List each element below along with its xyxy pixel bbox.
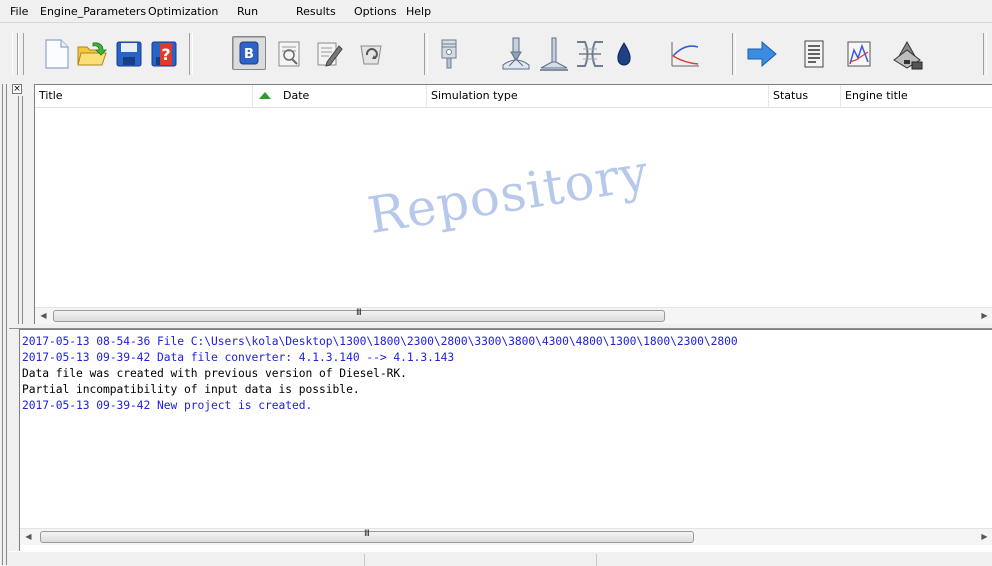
left-frame bbox=[0, 84, 9, 565]
edit-icon bbox=[317, 42, 343, 67]
repository-hscrollbar[interactable]: ◀ III ▶ bbox=[35, 307, 992, 324]
preview-button[interactable] bbox=[273, 37, 307, 71]
toolbar-separator bbox=[732, 33, 736, 75]
injector-button[interactable] bbox=[499, 37, 533, 71]
column-date[interactable]: Date bbox=[253, 85, 427, 107]
repository-button[interactable]: B bbox=[232, 36, 266, 70]
repository-grid: Title Date Simulation type Status Engine… bbox=[34, 84, 992, 324]
log-line: 2017-05-13 09-39-42 New project is creat… bbox=[22, 399, 313, 412]
curve-icon bbox=[671, 42, 699, 67]
chart-icon bbox=[847, 41, 871, 67]
save-icon bbox=[116, 41, 142, 67]
refresh-icon bbox=[360, 45, 382, 65]
scroll-right-icon[interactable]: ▶ bbox=[976, 308, 992, 324]
menu-bar: File Engine_Parameters Optimization Run … bbox=[0, 0, 992, 23]
curve-button[interactable] bbox=[668, 37, 702, 71]
toolbar: ? B bbox=[0, 27, 992, 83]
menu-optimization[interactable]: Optimization bbox=[148, 6, 218, 17]
run-button[interactable] bbox=[745, 37, 779, 71]
repository-watermark: Repository bbox=[363, 143, 653, 245]
injector-icon bbox=[502, 37, 530, 70]
column-engine-title[interactable]: Engine title bbox=[841, 85, 992, 107]
grid-header: Title Date Simulation type Status Engine… bbox=[35, 85, 992, 108]
save-button[interactable] bbox=[112, 37, 146, 71]
status-cell bbox=[9, 554, 365, 566]
run-arrow-icon bbox=[747, 40, 777, 68]
toolbar-separator bbox=[189, 33, 193, 75]
new-file-icon bbox=[45, 39, 69, 69]
piston-icon bbox=[441, 39, 457, 69]
report-icon bbox=[804, 40, 824, 68]
log-hscrollbar[interactable]: ◀ III ▶ bbox=[20, 528, 992, 545]
refresh-button[interactable] bbox=[354, 37, 388, 71]
edit-button[interactable] bbox=[312, 37, 346, 71]
menu-results[interactable]: Results bbox=[296, 6, 336, 17]
status-cell bbox=[364, 554, 597, 566]
save-as-button[interactable]: ? bbox=[147, 37, 181, 71]
log-line: Partial incompatibility of input data is… bbox=[22, 383, 360, 396]
valve-button[interactable] bbox=[537, 37, 571, 71]
scroll-right-icon[interactable]: ▶ bbox=[976, 529, 992, 545]
toolbar-separator bbox=[983, 33, 987, 75]
save-as-icon: ? bbox=[151, 41, 177, 67]
chart-button[interactable] bbox=[842, 37, 876, 71]
toolbar-separator bbox=[424, 33, 428, 75]
engine-button[interactable] bbox=[890, 37, 924, 71]
column-simulation-type[interactable]: Simulation type bbox=[427, 85, 769, 107]
menu-help[interactable]: Help bbox=[406, 6, 431, 17]
pane-divider bbox=[22, 96, 23, 324]
open-button[interactable] bbox=[75, 37, 109, 71]
menu-file[interactable]: File bbox=[10, 6, 28, 17]
log-line: Data file was created with previous vers… bbox=[22, 367, 407, 380]
repository-icon: B bbox=[239, 41, 259, 65]
log-line: 2017-05-13 08-54-36 File C:\Users\kola\D… bbox=[22, 335, 738, 348]
svg-text:B: B bbox=[244, 47, 254, 62]
menu-options[interactable]: Options bbox=[354, 6, 396, 17]
scroll-thumb[interactable]: III bbox=[53, 308, 665, 322]
fuel-button[interactable] bbox=[607, 37, 641, 71]
open-folder-icon bbox=[77, 42, 107, 66]
svg-text:?: ? bbox=[161, 45, 170, 64]
column-status[interactable]: Status bbox=[769, 85, 841, 107]
menu-engine-parameters[interactable]: Engine_Parameters bbox=[40, 6, 146, 17]
preview-icon bbox=[278, 41, 300, 67]
scroll-thumb[interactable]: III bbox=[40, 529, 694, 543]
fuel-drop-icon bbox=[617, 42, 631, 66]
toolbar-grip[interactable] bbox=[18, 33, 24, 75]
menu-run[interactable]: Run bbox=[237, 6, 258, 17]
scroll-left-icon[interactable]: ◀ bbox=[20, 529, 37, 545]
scroll-left-icon[interactable]: ◀ bbox=[35, 308, 52, 324]
column-title[interactable]: Title bbox=[35, 85, 253, 107]
log-panel: 2017-05-13 08-54-36 File C:\Users\kola\D… bbox=[19, 329, 992, 551]
engine-icon bbox=[893, 40, 923, 70]
valve-icon bbox=[540, 37, 568, 71]
report-button[interactable] bbox=[797, 37, 831, 71]
log-line: 2017-05-13 09-39-42 Data file converter:… bbox=[22, 351, 455, 364]
nozzle-icon bbox=[577, 41, 603, 67]
nozzle-button[interactable] bbox=[573, 37, 607, 71]
new-file-button[interactable] bbox=[40, 37, 74, 71]
status-bar bbox=[9, 551, 992, 566]
sort-ascending-icon bbox=[259, 91, 271, 99]
pane-divider bbox=[18, 96, 19, 324]
close-icon[interactable]: × bbox=[12, 84, 22, 94]
piston-button[interactable] bbox=[432, 37, 466, 71]
